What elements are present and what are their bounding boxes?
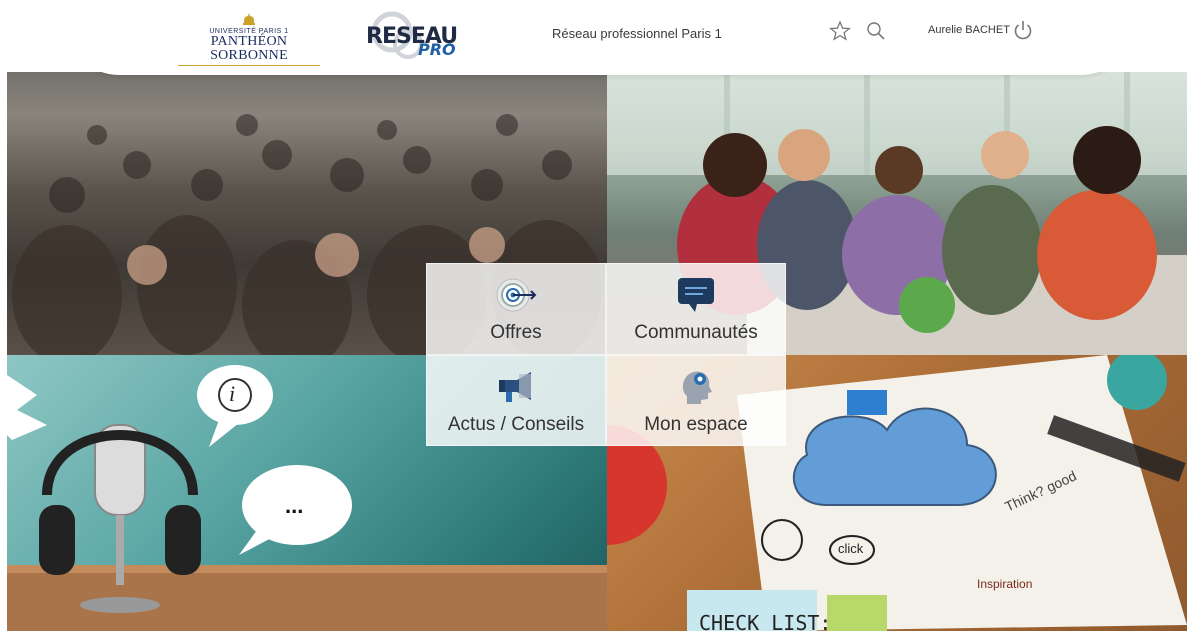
reseau-pro-logo[interactable]: RESEAU PRO (362, 10, 458, 60)
power-icon[interactable] (1012, 19, 1034, 41)
menu-item-offres[interactable]: Offres (426, 263, 606, 355)
info-bubble-text: i (229, 381, 236, 406)
chat-bubble-icon (678, 278, 714, 312)
menu-item-communautes[interactable]: Communautés (606, 263, 786, 355)
main-menu: Offres Communautés Actus / Conseils Mon … (426, 263, 786, 446)
menu-item-actus-conseils[interactable]: Actus / Conseils (426, 355, 606, 446)
menu-item-mon-espace-label: Mon espace (644, 413, 748, 435)
desk-click-text: click (838, 541, 864, 556)
user-head-icon (682, 370, 712, 404)
desk-checklist-text: CHECK LIST: (699, 611, 832, 631)
dots-bubble-text: ... (285, 493, 304, 518)
reseau-pro-logo-text-2: PRO (418, 40, 456, 59)
user-name[interactable]: Aurelie BACHET (928, 24, 1010, 36)
menu-item-actus-conseils-label: Actus / Conseils (447, 413, 585, 435)
desk-inspiration-text: Inspiration (977, 577, 1033, 591)
dome-icon (243, 13, 255, 25)
target-icon (496, 278, 537, 312)
university-name: PANTHÉON SORBONNE (178, 35, 320, 66)
site-title[interactable]: Réseau professionnel Paris 1 (552, 26, 722, 41)
menu-item-communautes-label: Communautés (634, 322, 758, 343)
university-logo[interactable]: UNIVERSITÉ PARIS 1 PANTHÉON SORBONNE (178, 12, 320, 66)
star-icon[interactable] (829, 20, 851, 42)
megaphone-icon (499, 371, 531, 402)
menu-item-mon-espace[interactable]: Mon espace (606, 355, 786, 446)
search-icon[interactable] (865, 20, 887, 42)
menu-item-offres-label: Offres (490, 322, 542, 343)
